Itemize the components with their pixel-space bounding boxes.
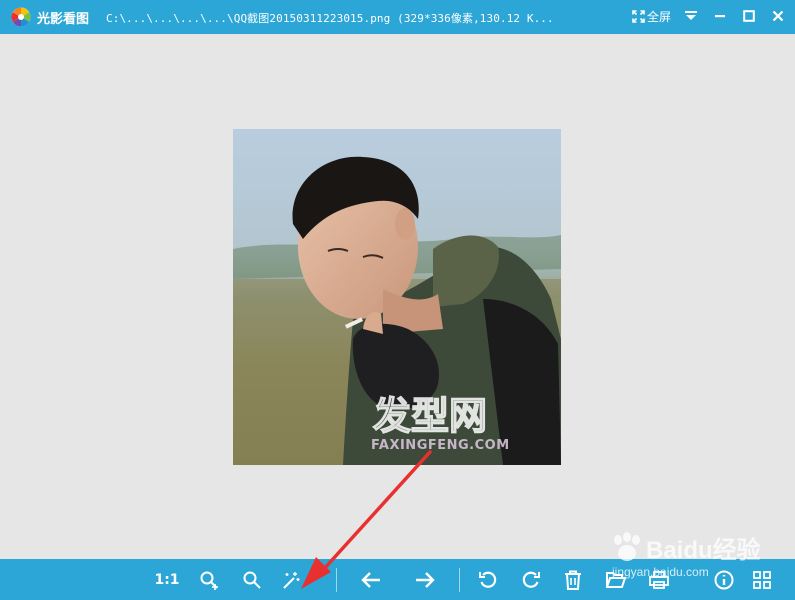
rotate-left-icon [479, 571, 497, 588]
maximize-icon [743, 10, 755, 22]
zoom-in-icon [200, 571, 218, 590]
next-icon [416, 572, 435, 588]
grid-view-icon [753, 571, 771, 589]
rotate-right-icon [522, 571, 540, 588]
previous-image-button[interactable] [358, 567, 384, 593]
file-info: C:\...\...\...\...\QQ截图20150311223015.pn… [106, 12, 554, 25]
minimize-button[interactable] [708, 5, 732, 27]
actual-size-label: 1:1 [154, 572, 180, 588]
zoom-out-icon [243, 571, 261, 589]
info-button[interactable] [711, 567, 737, 593]
app-logo-icon [11, 7, 31, 27]
baidu-watermark: Baidu经验 [610, 530, 761, 565]
rotate-right-button[interactable] [518, 567, 544, 593]
delete-icon [565, 570, 581, 590]
previous-icon [361, 572, 380, 588]
zoom-out-button[interactable] [239, 567, 265, 593]
dropdown-menu-button[interactable] [679, 5, 703, 27]
app-name: 光影看图 [37, 12, 90, 27]
next-image-button[interactable] [412, 567, 438, 593]
actual-size-button[interactable]: 1:1 [153, 567, 181, 593]
paw-icon [614, 532, 640, 561]
baidu-brand-text: Baidu经验 [646, 537, 761, 564]
info-icon [714, 570, 734, 590]
dropdown-icon [685, 11, 697, 20]
fullscreen-icon [632, 9, 645, 23]
fullscreen-label: 全屏 [647, 9, 672, 24]
auto-enhance-icon [283, 572, 300, 589]
displayed-photo: 发型网 FAXINGFENG.COM [233, 129, 561, 465]
watermark-url: FAXINGFENG.COM [371, 438, 510, 453]
grid-view-button[interactable] [749, 567, 775, 593]
rotate-left-button[interactable] [475, 567, 501, 593]
image-canvas[interactable]: 发型网 FAXINGFENG.COM [0, 34, 795, 559]
zoom-in-button[interactable] [196, 567, 222, 593]
minimize-icon [715, 15, 725, 18]
baidu-url-text: jingyan.baidu.com [612, 565, 709, 579]
fullscreen-button[interactable]: 全屏 [632, 6, 671, 26]
close-button[interactable] [766, 5, 790, 27]
auto-enhance-button[interactable] [278, 567, 304, 593]
toolbar-separator [336, 568, 337, 592]
close-icon [772, 10, 784, 22]
watermark-chinese: 发型网 [373, 394, 487, 438]
maximize-button[interactable] [737, 5, 761, 27]
toolbar-separator [459, 568, 460, 592]
title-bar[interactable]: 光影看图 C:\...\...\...\...\QQ截图201503112230… [0, 0, 795, 34]
image-viewer-window: 光影看图 C:\...\...\...\...\QQ截图201503112230… [0, 0, 795, 600]
delete-button[interactable] [560, 567, 586, 593]
